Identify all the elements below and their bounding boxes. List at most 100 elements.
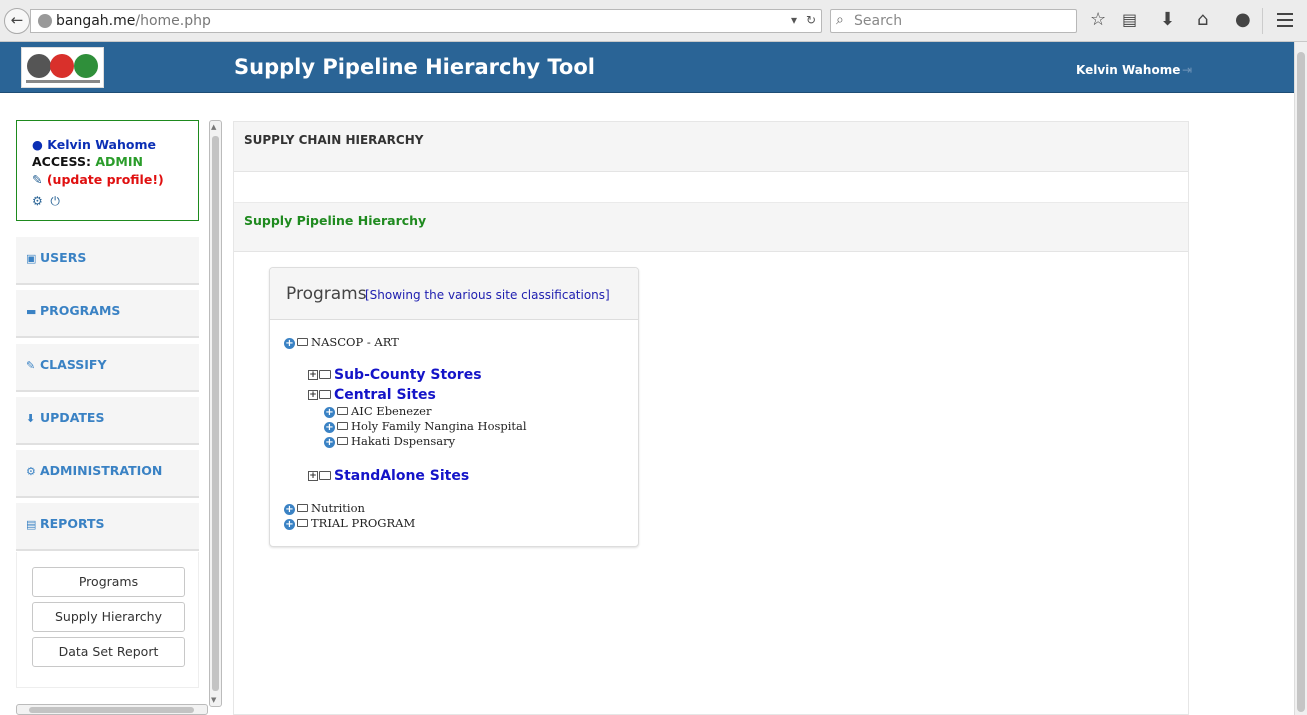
sidebar-item-label: ADMINISTRATION bbox=[40, 463, 163, 478]
expand-icon[interactable]: + bbox=[284, 518, 295, 530]
sidebar-item-label: PROGRAMS bbox=[40, 303, 121, 318]
section-header: SUPPLY CHAIN HIERARCHY bbox=[234, 122, 1188, 172]
expand-box-icon[interactable]: + bbox=[308, 471, 318, 481]
reload-icon[interactable]: ↻ bbox=[806, 13, 816, 27]
tree-node-label: Holy Family Nangina Hospital bbox=[351, 419, 527, 433]
folder-icon bbox=[297, 519, 308, 527]
url-path: /home.php bbox=[135, 13, 211, 29]
folder-icon bbox=[337, 407, 348, 415]
scroll-down-arrow-icon[interactable]: ▼ bbox=[211, 696, 216, 704]
tree-node-program[interactable]: + TRIAL PROGRAM bbox=[284, 516, 415, 530]
programs-card-header: Programs [Showing the various site class… bbox=[270, 268, 638, 320]
sidebar-item-label-row: ✎ CLASSIFY bbox=[26, 357, 107, 372]
tree-node-label: Hakati Dspensary bbox=[351, 434, 456, 448]
page-scrollbar[interactable] bbox=[1294, 42, 1307, 715]
tree-node-root[interactable]: + NASCOP - ART bbox=[284, 335, 399, 349]
cogs-icon: ⚙ bbox=[26, 465, 36, 478]
scrollbar-thumb[interactable] bbox=[29, 707, 194, 713]
logout-icon[interactable]: ⇥ bbox=[1182, 63, 1192, 77]
sidebar-item-label-row: ⬇ UPDATES bbox=[26, 410, 104, 425]
expand-box-icon[interactable]: + bbox=[308, 390, 318, 400]
sidebar-item-users[interactable]: ▣ USERS bbox=[16, 237, 199, 285]
sidebar-item-label: USERS bbox=[40, 250, 87, 265]
expand-box-icon[interactable]: + bbox=[308, 370, 318, 380]
tree-node-program[interactable]: + Nutrition bbox=[284, 501, 365, 515]
sidebar-item-programs[interactable]: ▬ PROGRAMS bbox=[16, 290, 199, 338]
reports-submenu: Programs Supply Hierarchy Data Set Repor… bbox=[16, 552, 199, 688]
settings-icon[interactable]: ⚙ bbox=[32, 194, 43, 208]
back-button[interactable]: ← bbox=[4, 8, 30, 34]
logo[interactable] bbox=[21, 47, 104, 88]
tree-node-label: Nutrition bbox=[311, 501, 365, 515]
folder-icon bbox=[319, 470, 331, 480]
browser-toolbar: ← bangah.me/home.php ▾ ↻ ⌕ Search ☆ ▤ ⬇ … bbox=[0, 0, 1307, 42]
expand-icon[interactable]: + bbox=[324, 421, 335, 433]
header-username[interactable]: Kelvin Wahome bbox=[1076, 63, 1180, 77]
update-profile-text: (update profile!) bbox=[46, 172, 164, 187]
app-header: Supply Pipeline Hierarchy Tool Kelvin Wa… bbox=[0, 42, 1294, 93]
tree-node-site[interactable]: + Holy Family Nangina Hospital bbox=[324, 419, 527, 433]
expand-icon[interactable]: + bbox=[324, 406, 335, 418]
dropdown-arrow-icon[interactable]: ▾ bbox=[791, 13, 797, 27]
update-profile-link[interactable]: ✎ (update profile!) bbox=[32, 172, 164, 187]
sidebar-horizontal-scrollbar[interactable] bbox=[16, 704, 208, 715]
tree-node-label: NASCOP - ART bbox=[311, 335, 399, 349]
scroll-up-arrow-icon[interactable]: ▲ bbox=[211, 123, 216, 131]
toolbar-divider bbox=[1262, 8, 1263, 34]
globe-icon bbox=[38, 14, 52, 28]
power-icon[interactable]: ⏻ bbox=[50, 194, 60, 208]
tree-node-group[interactable]: + StandAlone Sites bbox=[308, 468, 469, 484]
tree-node-label: Central Sites bbox=[334, 387, 436, 403]
tree-node-label: Sub-County Stores bbox=[334, 367, 482, 383]
reading-list-icon[interactable]: ▤ bbox=[1122, 10, 1137, 30]
report-supply-hierarchy-button[interactable]: Supply Hierarchy bbox=[32, 602, 185, 632]
logo-circle bbox=[50, 54, 74, 78]
home-icon[interactable]: ⌂ bbox=[1197, 10, 1208, 30]
sidebar-item-label-row: ▤ REPORTS bbox=[26, 516, 105, 531]
scrollbar-thumb[interactable] bbox=[1297, 52, 1305, 712]
briefcase-icon: ▬ bbox=[26, 305, 37, 318]
tree-node-site[interactable]: + Hakati Dspensary bbox=[324, 434, 455, 448]
logo-circle bbox=[27, 54, 51, 78]
tree-node-group[interactable]: + Sub-County Stores bbox=[308, 367, 482, 383]
user-icon: ● bbox=[32, 137, 43, 152]
search-bar[interactable]: ⌕ Search bbox=[830, 9, 1077, 33]
sidebar-item-label-row: ▬ PROGRAMS bbox=[26, 303, 120, 318]
subsection-title: Supply Pipeline Hierarchy bbox=[244, 213, 427, 228]
report-programs-button[interactable]: Programs bbox=[32, 567, 185, 597]
tree-node-group[interactable]: + Central Sites bbox=[308, 387, 436, 403]
sidebar-scrollbar[interactable]: ▲ ▼ bbox=[209, 120, 222, 707]
download-icon: ⬇ bbox=[26, 412, 36, 425]
tree-node-site[interactable]: + AIC Ebenezer bbox=[324, 404, 431, 418]
expand-icon[interactable]: + bbox=[284, 503, 295, 515]
logo-circle bbox=[74, 54, 98, 78]
url-bar[interactable]: bangah.me/home.php ▾ ↻ bbox=[30, 9, 822, 33]
sidebar-item-updates[interactable]: ⬇ UPDATES bbox=[16, 397, 199, 445]
report-data-set-button[interactable]: Data Set Report bbox=[32, 637, 185, 667]
edit-icon: ✎ bbox=[32, 172, 43, 187]
hamburger-menu-icon[interactable] bbox=[1277, 13, 1293, 31]
expand-icon[interactable]: + bbox=[284, 337, 295, 349]
subsection-header: Supply Pipeline Hierarchy bbox=[234, 202, 1188, 252]
bookmark-star-icon[interactable]: ☆ bbox=[1090, 10, 1106, 30]
chat-icon[interactable]: ● bbox=[1235, 10, 1251, 30]
downloads-icon[interactable]: ⬇ bbox=[1160, 10, 1175, 30]
section-title: SUPPLY CHAIN HIERARCHY bbox=[244, 133, 424, 147]
users-icon: ▣ bbox=[26, 252, 37, 265]
sidebar-item-label: REPORTS bbox=[40, 516, 105, 531]
folder-icon bbox=[319, 389, 331, 399]
logo-tagline bbox=[26, 80, 100, 83]
folder-icon bbox=[319, 369, 331, 379]
profile-name: Kelvin Wahome bbox=[47, 137, 156, 152]
folder-icon bbox=[297, 338, 308, 346]
profile-card: ● Kelvin Wahome ACCESS: ADMIN ✎ (update … bbox=[16, 120, 199, 221]
profile-access: ACCESS: ADMIN bbox=[32, 154, 143, 169]
report-icon: ▤ bbox=[26, 518, 37, 531]
scrollbar-thumb[interactable] bbox=[212, 136, 219, 691]
expand-icon[interactable]: + bbox=[324, 436, 335, 448]
sidebar-item-administration[interactable]: ⚙ ADMINISTRATION bbox=[16, 450, 199, 498]
profile-name-row[interactable]: ● Kelvin Wahome bbox=[32, 137, 156, 152]
sidebar-item-classify[interactable]: ✎ CLASSIFY bbox=[16, 344, 199, 392]
sidebar-item-label-row: ▣ USERS bbox=[26, 250, 86, 265]
sidebar-item-reports[interactable]: ▤ REPORTS bbox=[16, 503, 199, 551]
